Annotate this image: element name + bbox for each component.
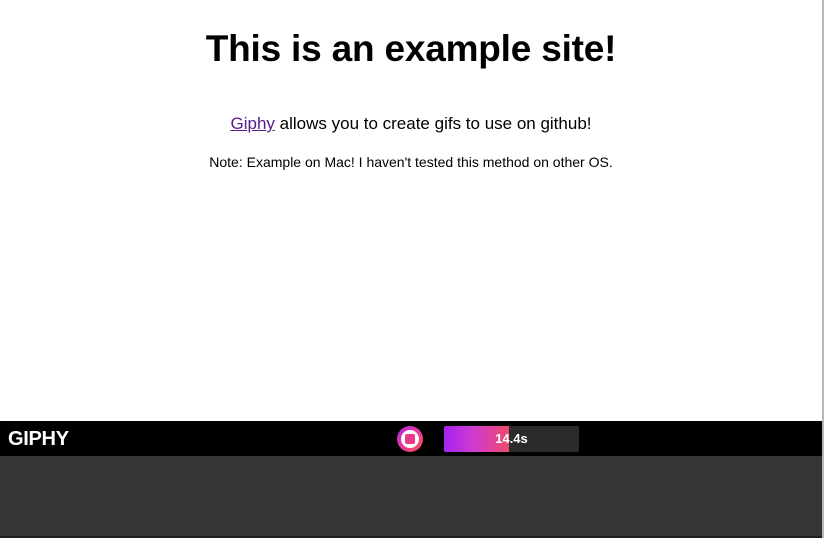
- example-page: This is an example site! Giphy allows yo…: [0, 0, 822, 421]
- giphy-logo: GIPHY: [8, 428, 69, 450]
- giphy-link[interactable]: Giphy: [231, 114, 275, 133]
- stop-record-button[interactable]: [397, 426, 423, 452]
- stop-record-icon: [405, 434, 415, 444]
- bottom-panel: [0, 456, 822, 538]
- recording-time-label: 14.4s: [495, 431, 528, 446]
- page-title: This is an example site!: [205, 28, 617, 69]
- recording-timer: 14.4s: [444, 426, 579, 452]
- intro-text: allows you to create gifs to use on gith…: [274, 114, 592, 133]
- note-text: Note: Example on Mac! I haven't tested t…: [209, 154, 613, 170]
- giphy-recorder-bar: GIPHY 14.4s: [0, 421, 822, 456]
- intro-paragraph: Giphy allows you to create gifs to use o…: [0, 114, 822, 134]
